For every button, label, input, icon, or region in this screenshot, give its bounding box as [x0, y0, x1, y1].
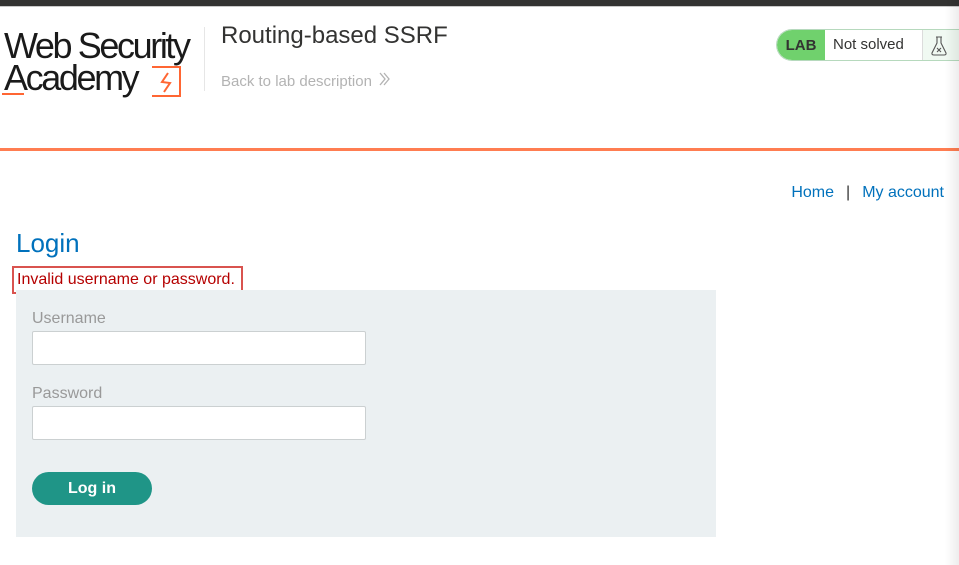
- username-field[interactable]: [32, 331, 366, 365]
- nav-separator: |: [846, 184, 851, 201]
- page-title: Login: [16, 228, 80, 258]
- login-button[interactable]: Log in: [32, 472, 152, 505]
- lab-badge: LAB: [777, 30, 825, 60]
- lightning-bolt-icon: [2, 66, 181, 97]
- back-to-description-link[interactable]: Back to lab description: [221, 72, 391, 90]
- status-text: Not solved: [825, 30, 923, 60]
- login-form: Username Password Log in: [16, 290, 716, 537]
- my-account-link[interactable]: My account: [862, 184, 944, 202]
- top-bar-divider: [0, 6, 959, 7]
- double-chevron-right-icon: [379, 72, 391, 90]
- header-accent-rule: [0, 148, 959, 151]
- username-label: Username: [32, 310, 106, 327]
- password-label: Password: [32, 385, 103, 402]
- lab-title: Routing-based SSRF: [221, 22, 448, 49]
- account-nav: Home | My account: [791, 184, 944, 202]
- home-link[interactable]: Home: [791, 184, 834, 202]
- window-edge-shadow: [945, 0, 959, 565]
- back-link-label: Back to lab description: [221, 72, 372, 90]
- lab-status-widget: LAB Not solved: [776, 29, 959, 61]
- academy-logo[interactable]: Web Security Academy: [2, 28, 202, 100]
- header-divider: [204, 27, 205, 91]
- password-field[interactable]: [32, 406, 366, 440]
